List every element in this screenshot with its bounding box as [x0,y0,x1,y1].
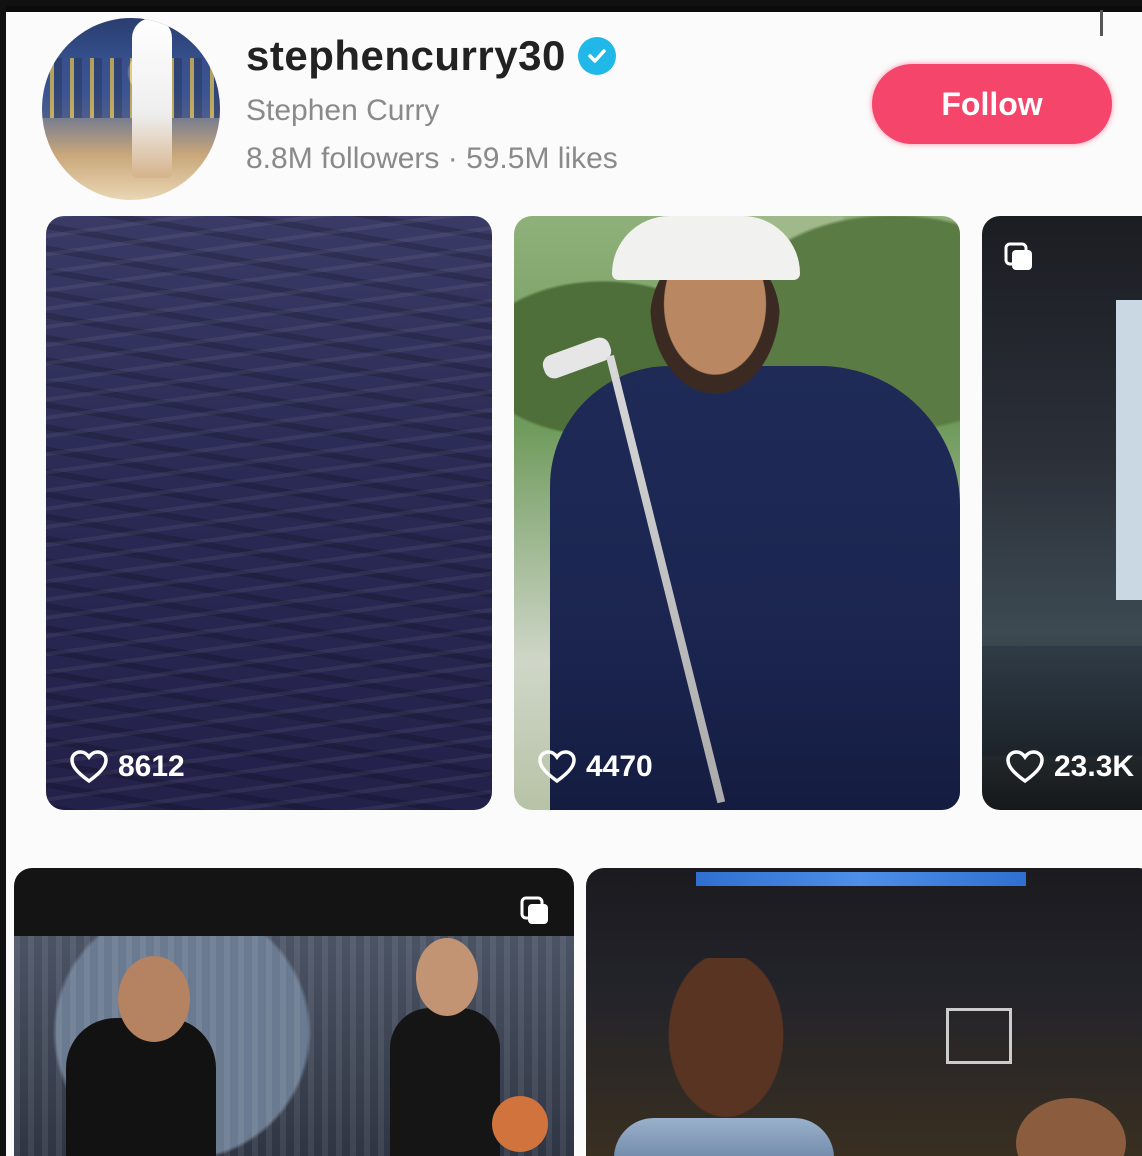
avatar-figure [132,18,172,178]
profile-screen: stephencurry30 Stephen Curry 8.8M follow… [6,6,1142,1156]
post-tile-1[interactable]: 8612 [46,216,492,810]
backboard [946,1008,1012,1064]
post-tile-5[interactable] [586,868,1142,1156]
cap [612,216,800,280]
post-tile-4[interactable] [14,868,574,1156]
post-likes: 23.3K [1006,750,1134,784]
likes-count: 23.3K [1054,750,1135,783]
profile-stats: 8.8M followers · 59.5M likes [246,142,618,175]
hoodie [550,366,960,810]
edge-mark [1100,10,1103,36]
player-right [390,1008,500,1156]
verified-icon [577,37,616,75]
top-edge [6,6,1142,12]
heart-icon [538,750,576,784]
follow-button[interactable]: Follow [872,64,1112,144]
post-tile-3[interactable]: 23.3K [982,216,1142,810]
heart-icon [70,750,108,784]
basketball [492,1096,548,1152]
court-floor [982,646,1142,756]
player-left-head [118,956,190,1042]
player-right-head [416,938,478,1016]
avatar[interactable] [42,18,220,200]
post-tile-2[interactable]: 4470 [514,216,960,810]
username-row: stephencurry30 [246,32,616,80]
multiple-images-icon [1004,242,1032,270]
second-person [1016,1098,1126,1156]
likes-count: 8612 [118,750,185,783]
heart-icon [1006,750,1044,784]
multiple-images-icon [520,896,548,924]
person-collar [614,1118,834,1156]
display-name: Stephen Curry [246,94,440,127]
avatar-background [42,58,220,118]
likes-count: 4470 [586,750,653,783]
scoreboard [696,872,1026,886]
username: stephencurry30 [246,32,566,79]
post-likes: 4470 [538,750,653,784]
post-likes: 8612 [70,750,185,784]
screen-panel [1116,300,1142,600]
